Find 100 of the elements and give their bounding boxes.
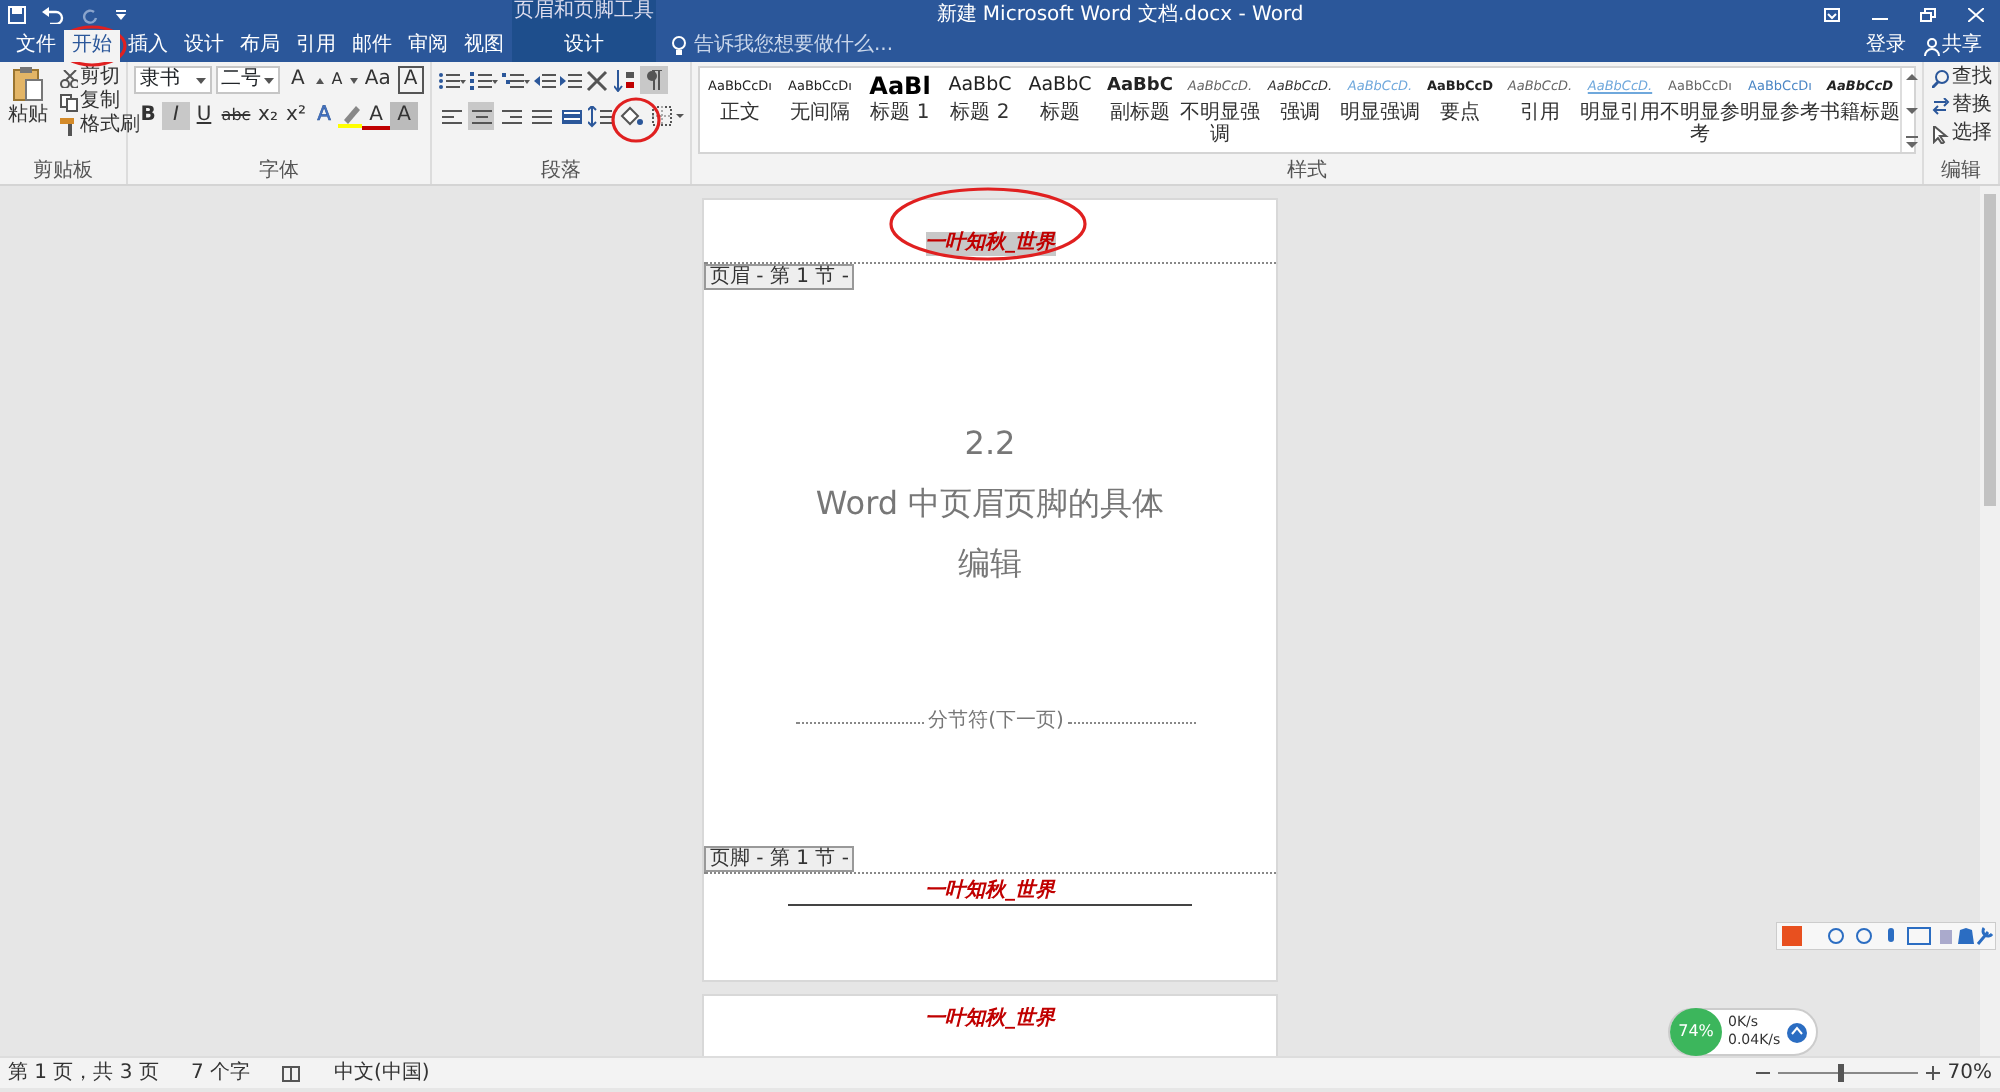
show-marks-button[interactable] [640,66,668,94]
zoom-in-icon[interactable] [1925,1066,1940,1080]
memory-usage-gauge: 74% [1670,1008,1722,1056]
format-painter-button[interactable]: 格式刷 [58,114,142,138]
style-name: 明显引用 [1580,102,1660,124]
scroll-up-icon[interactable] [1902,68,1922,86]
character-shading-button[interactable]: A [390,102,418,130]
increase-indent-icon[interactable] [560,69,582,91]
change-case-button[interactable]: Aa [362,66,394,94]
justify-icon [531,107,551,125]
sort-icon[interactable] [614,69,636,91]
format-toggle-button[interactable]: U [190,102,218,130]
style-name: 正文 [720,102,760,124]
style-name: 不明显参考 [1660,102,1740,146]
copy-icon [60,93,78,111]
style-name: 无间隔 [790,102,850,124]
style-name: 副标题 [1110,102,1170,124]
annotation-circle [610,96,662,144]
replace-button[interactable]: 替换 [1930,94,1992,118]
style-gallery-item[interactable]: AaBbC 副标题 [1100,68,1180,152]
sign-in-link[interactable]: 登录 [1866,34,1906,58]
find-button[interactable]: 查找 [1930,66,1992,90]
text-effects-button[interactable]: A [310,102,338,130]
style-name: 标题 1 [870,102,930,124]
style-name: 明显强调 [1340,102,1420,124]
ribbon-display-icon[interactable] [1824,8,1840,22]
window-title: 新建 Microsoft Word 文档.docx - Word [934,3,1306,27]
zoom-percent-text[interactable]: 70% [1947,1061,1992,1085]
font-size-field[interactable]: 二号 [215,66,281,94]
dropdown-caret-icon [264,77,275,83]
format-toggle-button[interactable]: abc [218,102,254,130]
ribbon-tab[interactable]: 视图 [456,30,512,62]
ribbon-tab[interactable]: 邮件 [344,30,400,62]
lightbulb-icon [672,36,686,56]
share-button[interactable]: 共享 [1922,34,1984,58]
style-gallery-item[interactable]: AaBbC 标题 2 [940,68,1020,152]
align-left-icon [441,107,461,125]
input-toolbar-drawing[interactable] [1776,922,1996,950]
customize-icon[interactable] [116,9,126,21]
copy-button[interactable]: 复制 [58,90,142,114]
asian-layout-icon[interactable] [586,69,610,91]
save-icon[interactable] [8,6,26,24]
ribbon-tab[interactable]: 引用 [288,30,344,62]
format-toggle-button[interactable]: x₂ [254,102,282,130]
line-spacing-icon[interactable] [588,105,616,127]
restore-icon[interactable] [1920,8,1936,22]
ribbon-tab[interactable]: 开始 [64,30,120,62]
ribbon-tab[interactable]: 审阅 [400,30,456,62]
replace-icon [1932,97,1950,115]
footer-section-tag[interactable]: 页脚 - 第 1 节 - [704,846,855,872]
font-name-field[interactable]: 隶书 [134,66,212,94]
cursor-arrow-icon [1932,125,1950,143]
undo-icon[interactable] [42,6,66,24]
contextual-group-label: 页眉和页脚工具 [512,0,656,30]
group-label: 剪贴板 [31,160,95,184]
pilcrow-icon [646,70,662,90]
borders-icon[interactable] [652,105,684,127]
format-toggle-button[interactable]: x² [282,102,310,130]
grow-font-button[interactable]: A [284,66,312,94]
paint-bucket-icon[interactable] [620,105,648,127]
style-preview-text: AaBbC [948,72,1012,100]
style-name: 标题 [1040,102,1080,124]
format-toggle-button[interactable]: I [162,102,190,130]
close-icon[interactable] [1968,8,1984,22]
caret-up-icon [315,77,324,83]
style-name: 明显参考 [1740,102,1820,124]
multilevel-list-icon[interactable] [502,69,530,91]
accelerate-icon[interactable] [1786,1021,1809,1043]
align-right-icon [501,107,521,125]
ribbon-tab[interactable]: 设计 [176,30,232,62]
group-label: 编辑 [1939,160,1983,184]
word-count-text: 7 个字 [190,1061,250,1085]
distributed-icon [561,107,581,125]
header-section-tag[interactable]: 页眉 - 第 1 节 - [704,264,855,290]
heading-line: Word 中页眉页脚的具体 [815,482,1165,526]
ribbon-tab[interactable]: 插入 [120,30,176,62]
ribbon-tab[interactable]: 布局 [232,30,288,62]
paste-button[interactable]: 粘贴 [6,66,50,138]
zoom-slider-thumb[interactable] [1837,1064,1844,1082]
shrink-font-button[interactable]: A [327,66,347,94]
redo-icon[interactable] [82,6,100,24]
decrease-indent-icon[interactable] [534,69,556,91]
style-name: 书籍标题 [1820,102,1900,124]
alignment-button[interactable] [468,102,494,130]
expand-gallery-icon[interactable] [1902,134,1922,152]
footer-text: 一叶知秋_世界 [925,880,1055,904]
style-gallery-item[interactable]: AaBl 标题 1 [860,68,940,152]
group-label: 样式 [1285,160,1329,184]
numbering-icon[interactable] [470,69,498,91]
proofing-book-icon[interactable] [282,1065,302,1081]
bullets-icon[interactable] [438,69,466,91]
ribbon-tab[interactable]: 设计 [512,30,656,62]
style-gallery-item[interactable]: AaBbC 标题 [1020,68,1100,152]
tell-me-field[interactable]: 告诉我您想要做什么... [694,34,954,58]
scrollbar-thumb[interactable] [1984,194,1996,506]
character-border-button[interactable]: A [397,66,424,94]
select-button[interactable]: 选择 [1930,122,1992,146]
header-text: 一叶知秋_世界 [925,1008,1055,1032]
highlighter-icon[interactable] [338,104,362,128]
zoom-out-icon[interactable] [1755,1066,1770,1080]
